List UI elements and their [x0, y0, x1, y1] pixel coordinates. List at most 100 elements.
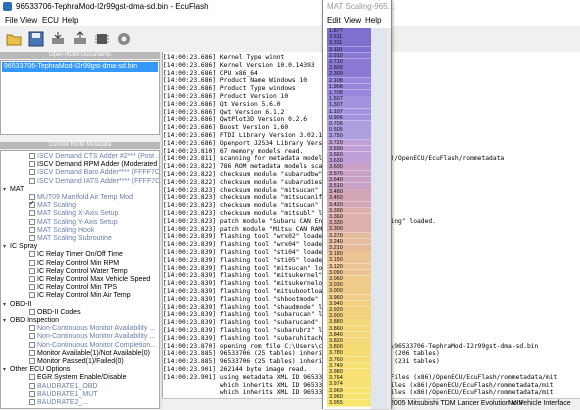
- log-line: [14:00:23.839] flashing tool "wrx04" loa…: [163, 241, 327, 249]
- item-checkbox[interactable]: [29, 251, 35, 258]
- mat-menu-bar: Edit View Help: [323, 14, 391, 26]
- log-line: [14:00:23.823] patch module "Subaru CAN …: [163, 217, 436, 225]
- log-line: [14:00:23.686] Product Version 10: [163, 93, 289, 100]
- log-line: [14:00:23.686] Boost Version 1.60: [163, 124, 289, 132]
- mat-title-bar: MAT Scaling-965...: [323, 0, 395, 14]
- log-line: [14:00:23.686] QwtPlot3D Version 0.2.6: [163, 116, 308, 124]
- menu-bar: File View ECU Help: [0, 14, 580, 26]
- item-checkbox[interactable]: [29, 374, 35, 381]
- item-checkbox[interactable]: [29, 218, 35, 225]
- log-line: [14:00:23.839] flashing tool "subarucand…: [163, 319, 319, 327]
- log-line: [14:00:23.822] 786 ROM metadata models s…: [163, 163, 330, 171]
- log-line: [14:00:23.823] checksum module "mitsucan…: [163, 186, 319, 194]
- log-line: [14:00:23.839] flashing tool "mitsubootl…: [163, 288, 323, 295]
- open-roms-list: 96533706-TephraMod-I2r99gst-dma-sd.bin: [0, 60, 160, 135]
- log-line: [14:00:23.822] checksum module "subarudi…: [163, 178, 327, 186]
- write-rom-icon[interactable]: [71, 30, 89, 48]
- status-interface: No Vehicle Interface: [508, 400, 571, 407]
- item-checkbox[interactable]: [29, 325, 35, 332]
- chip-icon[interactable]: [93, 30, 111, 48]
- mat-scaling-window: MAT Scaling-965... Edit View Help 1.877 3…: [322, 0, 395, 409]
- item-checkbox[interactable]: [29, 161, 35, 168]
- item-checkbox[interactable]: [29, 341, 35, 348]
- title-bar: 96533706-TephraMod-I2r99gst-dma-sd.bin -…: [0, 0, 580, 15]
- log-line: [14:00:23.686] Kernel Version 10.0.14393: [163, 61, 315, 69]
- log-line: [14:00:23.686] Qwt Version 6.1.2: [163, 108, 285, 116]
- log-line: [14:00:23.823] checksum module "mitsucan…: [163, 202, 327, 210]
- mat-menu-edit[interactable]: Edit: [327, 16, 341, 25]
- log-line: [14:00:23.686] Qt Version 5.6.0: [163, 100, 281, 108]
- item-checkbox[interactable]: [29, 235, 35, 241]
- log-line: [14:00:23.686] FTDI Library Version 3.02…: [163, 132, 327, 139]
- item-checkbox[interactable]: [29, 210, 35, 217]
- log-line: [14:00:23.839] flashing tool "subaruhita…: [163, 334, 323, 342]
- status-vehicle: 2005 Mitsubishi TDM Lancer Evolution VII…: [390, 400, 523, 407]
- item-checkbox[interactable]: [29, 333, 35, 340]
- item-checkbox[interactable]: [29, 153, 35, 159]
- item-checkbox[interactable]: [29, 259, 35, 266]
- tree-item-label: BAUDRATE2_...: [37, 399, 89, 406]
- menu-file[interactable]: File: [5, 16, 18, 25]
- open-rom-item[interactable]: 96533706-TephraMod-I2r99gst-dma-sd.bin: [2, 62, 158, 72]
- tree-item[interactable]: BAUDRATE2_...: [1, 398, 159, 407]
- log-line: [14:00:23.839] flashing tool "shbootmode…: [163, 295, 319, 303]
- menu-view[interactable]: View: [20, 16, 37, 25]
- log-line: [14:00:23.686] Product Name Windows 10: [163, 77, 308, 85]
- log-line: [14:00:23.839] flashing tool "subarubrz"…: [163, 327, 323, 334]
- menu-help[interactable]: Help: [62, 16, 78, 25]
- mat-scrollbar[interactable]: [387, 28, 391, 409]
- item-checkbox[interactable]: [29, 349, 35, 356]
- item-checkbox[interactable]: [29, 194, 35, 200]
- metadata-tree: ISCV Demand CTS Adder #2*** (Post ... ISC…: [0, 150, 160, 409]
- log-line: [14:00:23.839] flashing tool "shaudmode"…: [163, 303, 323, 311]
- log-line: [14:00:23.901] 262144 byte image read.: [163, 366, 308, 373]
- log-line: [14:00:23.885] 96533706 (25 tables) inhe…: [163, 358, 440, 366]
- log-line: [14:00:23.839] flashing tool "mitsucan" …: [163, 264, 323, 272]
- app-icon: [3, 2, 12, 11]
- mat-menu-help[interactable]: Help: [365, 16, 381, 25]
- menu-ecu[interactable]: ECU: [42, 16, 59, 25]
- read-rom-icon[interactable]: [49, 30, 67, 48]
- log-line: [14:00:23.839] flashing tool "sti04" loa…: [163, 249, 327, 256]
- item-checkbox[interactable]: [29, 276, 35, 282]
- item-checkbox[interactable]: [29, 226, 35, 233]
- log-line: [14:00:23.810] 67 memory models read.: [163, 147, 304, 155]
- item-checkbox[interactable]: [29, 267, 35, 274]
- item-checkbox[interactable]: [29, 308, 35, 315]
- item-checkbox[interactable]: [29, 358, 35, 364]
- log-line: [14:00:23.686] Openport J2534 Library Ve…: [163, 139, 330, 147]
- item-checkbox[interactable]: [29, 292, 35, 299]
- mat-menu-view[interactable]: View: [344, 16, 361, 25]
- log-line: [14:00:23.823] checksum module "mitsubl"…: [163, 210, 327, 217]
- item-checkbox[interactable]: [29, 284, 35, 291]
- open-roms-header: Open ROM Documents: [0, 52, 160, 59]
- log-line: [14:00:23.839] flashing tool "sti05" loa…: [163, 256, 327, 264]
- log-line: [14:00:23.686] Product Type windows: [163, 85, 296, 93]
- item-checkbox[interactable]: [29, 390, 35, 397]
- log-line: [14:00:23.839] flashing tool "mitsukerne…: [163, 272, 323, 280]
- item-checkbox[interactable]: [29, 201, 35, 209]
- log-line: [14:00:23.839] flashing tool "wrx02" loa…: [163, 233, 327, 241]
- log-line: [14:00:23.839] flashing tool "subarucan"…: [163, 311, 323, 319]
- item-checkbox[interactable]: [29, 169, 35, 176]
- settings-icon[interactable]: [115, 30, 133, 48]
- mat-table-cell[interactable]: 3.955: [327, 400, 371, 407]
- toolbar: [0, 26, 322, 53]
- item-checkbox[interactable]: [29, 399, 35, 405]
- ecuflash-window: 96533706-TephraMod-I2r99gst-dma-sd.bin -…: [0, 0, 580, 410]
- metadata-header: Current ROM Metadata: [0, 142, 160, 149]
- log-line: [14:00:23.686] CPU x86_64: [163, 69, 258, 77]
- log-line: [14:00:23.822] checksum module "subarudb…: [163, 171, 323, 178]
- log-line: [14:00:23.885] 96533706 (25 tables) inhe…: [163, 350, 440, 358]
- log-line: [14:00:23.823] checksum module "mitsucan…: [163, 194, 323, 202]
- open-file-icon[interactable]: [5, 30, 23, 48]
- log-line: [14:00:23.686] Kernel Type winnt: [163, 54, 285, 61]
- mat-sidebar: [371, 28, 387, 409]
- item-checkbox[interactable]: [29, 177, 35, 184]
- save-icon[interactable]: [27, 30, 45, 48]
- window-title: 96533706-TephraMod-I2r99gst-dma-sd.bin -…: [16, 2, 209, 11]
- mat-table-grid: 1.877 3.511 3.311 3.110 2.910 2.710 2.509 2.309…: [327, 28, 371, 409]
- mat-window-title: MAT Scaling-965...: [327, 2, 395, 11]
- item-checkbox[interactable]: [29, 382, 35, 389]
- log-line: [14:00:23.839] flashing tool "mitsukerne…: [163, 280, 323, 288]
